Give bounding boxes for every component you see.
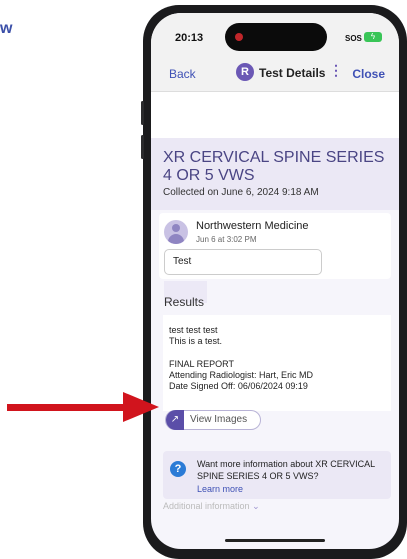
recording-indicator-icon: [235, 33, 243, 41]
view-images-label: View Images: [190, 414, 248, 425]
message-bubble: Test: [164, 249, 322, 275]
more-info-card: ? Want more information about XR CERVICA…: [163, 451, 391, 499]
volume-up-button: [141, 101, 144, 125]
report-line: FINAL REPORT: [169, 359, 235, 369]
profile-avatar[interactable]: R: [236, 63, 254, 81]
home-indicator[interactable]: [225, 539, 325, 542]
navigation-bar: Back R Test Details ⋮ Close: [151, 57, 399, 92]
status-bar: 20:13 SOS ϟ: [151, 13, 399, 57]
collected-date: Collected on June 6, 2024 9:18 AM: [163, 187, 319, 198]
report-line: test test test: [169, 325, 218, 335]
red-arrow-annotation: [7, 404, 125, 411]
battery-charging-icon: ϟ: [364, 32, 382, 42]
results-heading: Results: [164, 295, 205, 309]
phone-frame: 20:13 SOS ϟ Back R Test Details ⋮ Close …: [141, 5, 407, 559]
external-link-icon: ↗: [166, 410, 184, 430]
volume-down-button: [141, 135, 144, 159]
back-button[interactable]: Back: [169, 67, 196, 81]
close-button[interactable]: Close: [352, 67, 385, 81]
test-title: XR CERVICAL SPINE SERIES 4 OR 5 VWS: [163, 149, 385, 184]
view-images-button[interactable]: ↗ View Images: [165, 410, 261, 430]
more-menu-icon[interactable]: ⋮: [329, 62, 343, 79]
sender-name: Northwestern Medicine: [196, 220, 309, 232]
report-card: test test test This is a test. FINAL REP…: [163, 315, 391, 411]
more-info-text: SPINE SERIES 4 OR 5 VWS?: [197, 471, 319, 481]
page-title: Test Details: [259, 66, 326, 80]
dynamic-island: [225, 23, 327, 51]
blank-banner: [151, 92, 399, 138]
sos-indicator: SOS: [345, 34, 362, 43]
learn-more-link[interactable]: Learn more: [197, 484, 243, 494]
chevron-down-icon: ⌄: [252, 501, 260, 511]
additional-information-toggle[interactable]: Additional information ⌄: [163, 501, 260, 512]
phone-screen: 20:13 SOS ϟ Back R Test Details ⋮ Close …: [151, 13, 399, 549]
report-line: Date Signed Off: 06/06/2024 09:19: [169, 381, 308, 391]
report-line: Attending Radiologist: Hart, Eric MD: [169, 370, 314, 380]
red-arrow-head: [123, 392, 159, 422]
message-text: Test: [173, 256, 192, 267]
corner-text: w: [0, 20, 13, 37]
message-date: Jun 6 at 3:02 PM: [196, 235, 257, 244]
status-time: 20:13: [175, 32, 204, 44]
sender-avatar-icon: [164, 220, 188, 244]
additional-information-label: Additional information: [163, 501, 250, 511]
report-line: This is a test.: [169, 336, 223, 346]
more-info-text: Want more information about XR CERVICAL: [197, 459, 376, 469]
help-icon: ?: [170, 461, 186, 477]
